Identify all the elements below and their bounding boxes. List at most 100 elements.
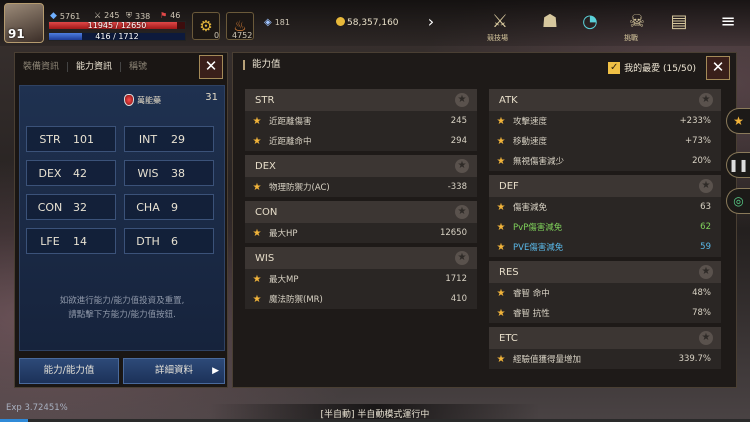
favorite-star-icon[interactable]: ★ bbox=[489, 222, 513, 233]
side-swirl-button[interactable]: ◎ bbox=[726, 188, 750, 214]
stat-value: 48% bbox=[692, 288, 711, 298]
top-hud: 91 ◆ 5761 ⚔ 245 ⛨ 338 ⚑ 46 11945 / 12650… bbox=[0, 0, 750, 46]
panel-title: 能力值 bbox=[243, 60, 281, 70]
stat-row: ★ 攻擊速度 +233% bbox=[489, 111, 721, 131]
sword-icon: ⚔ bbox=[94, 11, 102, 20]
top-stat-1: ⚔ 245 bbox=[94, 11, 120, 20]
stat-label: 近距離命中 bbox=[269, 137, 312, 147]
stats-column-left: STR ★ ★ 近距離傷害 245 ★ 近距離命中 294 DEX ★ ★ 物理防禦力(AC) -338… bbox=[245, 89, 477, 313]
bag-icon[interactable]: ☗ bbox=[535, 7, 565, 37]
tab-equipment-info[interactable]: 裝備資訊 bbox=[15, 62, 69, 72]
stat-box-dex: DEX 42 bbox=[26, 160, 116, 186]
stat-value: 410 bbox=[450, 294, 467, 304]
timer-icon[interactable]: ◔ bbox=[575, 7, 605, 37]
hud-expand-arrow[interactable]: › bbox=[416, 7, 446, 37]
close-left-panel-button[interactable]: ✕ bbox=[199, 55, 223, 79]
stat-row: ★ 移動速度 +73% bbox=[489, 131, 721, 151]
stat-group-header: DEX ★ bbox=[245, 155, 477, 177]
stat-value: +73% bbox=[684, 136, 711, 146]
stat-value: 294 bbox=[450, 136, 467, 146]
stat-group-name: DEF bbox=[499, 180, 519, 192]
side-star-button[interactable]: ★ bbox=[726, 108, 750, 134]
favorite-star-icon[interactable]: ★ bbox=[489, 242, 513, 253]
stat-label: 睿智 抗性 bbox=[513, 309, 550, 319]
favorite-star-icon[interactable]: ★ bbox=[489, 156, 513, 167]
stat-group-name: ETC bbox=[499, 332, 518, 344]
favorite-star-icon[interactable]: ★ bbox=[455, 205, 469, 219]
favorite-star-icon[interactable]: ★ bbox=[245, 182, 269, 193]
stats-column-right: ATK ★ ★ 攻擊速度 +233% ★ 移動速度 +73% ★ 無視傷害減少 20% DEF ★ ★ 傷害… bbox=[489, 89, 721, 373]
stat-value: 62 bbox=[700, 222, 711, 232]
gold-counter: 58,357,160 bbox=[336, 17, 399, 28]
reset-note-line-2: 請點擊下方能力/能力值按鈕. bbox=[68, 310, 176, 320]
stat-group-name: DEX bbox=[255, 160, 276, 172]
favorite-star-icon[interactable]: ★ bbox=[699, 93, 713, 107]
power-stat: ◆ 5761 bbox=[50, 11, 80, 21]
ability-button[interactable]: 能力/能力值 bbox=[19, 358, 119, 384]
stat-value: +233% bbox=[679, 116, 711, 126]
stat-group-header: RES ★ bbox=[489, 261, 721, 283]
stat-label: 睿智 命中 bbox=[513, 289, 550, 299]
favorite-star-icon[interactable]: ★ bbox=[245, 274, 269, 285]
stat-group-header: CON ★ bbox=[245, 201, 477, 223]
favorite-star-icon[interactable]: ★ bbox=[489, 136, 513, 147]
favorite-star-icon[interactable]: ★ bbox=[489, 116, 513, 127]
power-icon: ◆ bbox=[50, 11, 57, 21]
close-right-panel-button[interactable]: ✕ bbox=[706, 56, 730, 80]
stat-group-wis: WIS ★ ★ 最大MP 1712 ★ 魔法防禦(MR) 410 bbox=[245, 247, 477, 309]
stat-box-str: STR 101 bbox=[26, 126, 116, 152]
detail-button[interactable]: 詳細資料 ▶ bbox=[123, 358, 225, 384]
favorite-star-icon[interactable]: ★ bbox=[699, 179, 713, 193]
checkbox-icon: ✓ bbox=[608, 61, 621, 74]
favorite-star-icon[interactable]: ★ bbox=[699, 331, 713, 345]
tab-ability-info[interactable]: 能力資訊 bbox=[68, 62, 122, 72]
hp-text: 11945 / 12650 bbox=[87, 21, 147, 30]
favorite-star-icon[interactable]: ★ bbox=[245, 294, 269, 305]
favorite-star-icon[interactable]: ★ bbox=[489, 354, 513, 365]
stat-group-name: RES bbox=[499, 266, 519, 278]
play-arrow-icon: ▶ bbox=[212, 366, 219, 376]
stat-label: 最大MP bbox=[269, 275, 299, 285]
menu-icon[interactable]: ≡ bbox=[713, 7, 743, 37]
mp-bar: 416 / 1712 bbox=[48, 32, 186, 41]
gear-icon: ⚙ bbox=[199, 17, 213, 35]
stat-row: ★ PvP傷害減免 62 bbox=[489, 217, 721, 237]
favorite-star-icon[interactable]: ★ bbox=[455, 93, 469, 107]
mp-text: 416 / 1712 bbox=[95, 32, 139, 41]
favorite-star-icon[interactable]: ★ bbox=[245, 136, 269, 147]
stat-group-name: WIS bbox=[255, 252, 275, 264]
stat-label: 攻擊速度 bbox=[513, 117, 548, 127]
power-value: 5761 bbox=[59, 11, 81, 21]
stat-group-header: DEF ★ bbox=[489, 175, 721, 197]
side-pause-button[interactable]: ❚❚ bbox=[726, 152, 750, 178]
stat-box-con: CON 32 bbox=[26, 194, 116, 220]
favorite-star-icon[interactable]: ★ bbox=[489, 308, 513, 319]
quick-slot-1-count: 0 bbox=[214, 31, 220, 40]
favorite-star-icon[interactable]: ★ bbox=[489, 202, 513, 213]
favorite-star-icon[interactable]: ★ bbox=[699, 265, 713, 279]
favorite-star-icon[interactable]: ★ bbox=[489, 288, 513, 299]
stat-group-header: ETC ★ bbox=[489, 327, 721, 349]
elixir-count: 31 bbox=[205, 92, 218, 103]
top-stat-2: ⛨ 338 bbox=[126, 11, 151, 21]
quest-scroll-icon[interactable]: ▤ bbox=[664, 7, 694, 37]
favorite-star-icon[interactable]: ★ bbox=[245, 116, 269, 127]
stat-group-name: CON bbox=[255, 206, 278, 218]
favorite-star-icon[interactable]: ★ bbox=[455, 159, 469, 173]
stat-row: ★ 無視傷害減少 20% bbox=[489, 151, 721, 171]
stat-row: ★ 近距離傷害 245 bbox=[245, 111, 477, 131]
stat-group-header: STR ★ bbox=[245, 89, 477, 111]
favorite-star-icon[interactable]: ★ bbox=[455, 251, 469, 265]
reset-note: 如欲進行能力/能力值投資及重置, 請點擊下方能力/能力值按鈕. bbox=[20, 294, 224, 322]
favorites-toggle[interactable]: ✓ 我的最愛 (15/50) bbox=[608, 61, 696, 74]
stat-label: 近距離傷害 bbox=[269, 117, 312, 127]
stat-box-int: INT 29 bbox=[124, 126, 214, 152]
base-stats-area: 萬能藥 31 STR 101 INT 29 DEX 42 WIS 38 CON 32 CH… bbox=[19, 85, 225, 351]
tab-title[interactable]: 稱號 bbox=[121, 62, 155, 72]
stat-group-header: WIS ★ bbox=[245, 247, 477, 269]
quick-slot-2-count: 4752 bbox=[232, 31, 253, 40]
stat-box-lfe: LFE 14 bbox=[26, 228, 116, 254]
favorite-star-icon[interactable]: ★ bbox=[245, 228, 269, 239]
stat-row: ★ 睿智 命中 48% bbox=[489, 283, 721, 303]
challenge-label: 挑戰 bbox=[624, 34, 638, 42]
